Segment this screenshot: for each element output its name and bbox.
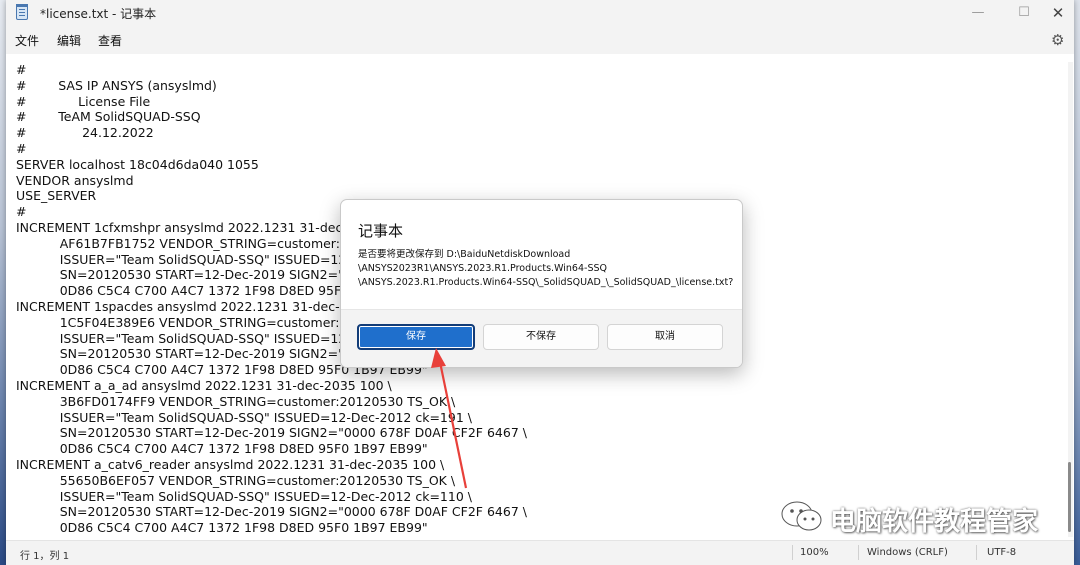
- arrow-head: [431, 348, 446, 368]
- watermark-text: 电脑软件教程管家: [830, 507, 1039, 537]
- arrow-shaft: [438, 361, 468, 489]
- annotation-arrow: [431, 348, 468, 489]
- wechat-icon: [781, 501, 822, 531]
